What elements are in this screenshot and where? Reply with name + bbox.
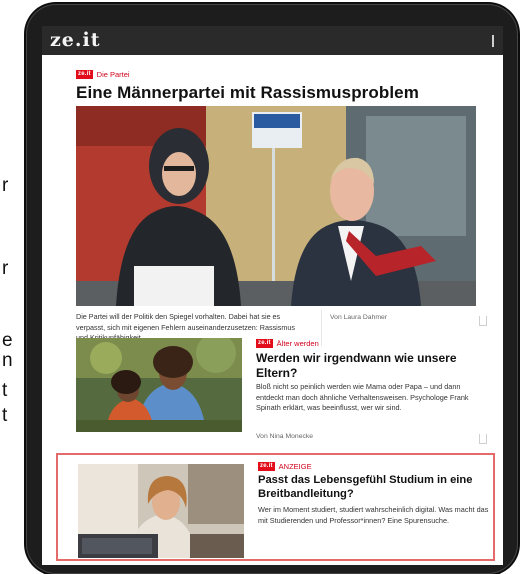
bookmark-icon[interactable] xyxy=(479,316,487,326)
lead-author: Von Laura Dahmer xyxy=(330,314,388,321)
edge-letter: t xyxy=(2,380,8,401)
edge-letter: e xyxy=(2,330,13,351)
edge-letter: t xyxy=(2,405,8,426)
article2-headline[interactable]: Werden wir irgendwann wie unsere Eltern? xyxy=(256,351,481,380)
lead-kicker-label[interactable]: Die Partei xyxy=(97,70,130,79)
article2-kicker-label[interactable]: Älter werden xyxy=(277,339,319,348)
lead-hero-image[interactable] xyxy=(76,106,476,306)
lead-kicker: ze.it Die Partei xyxy=(76,70,130,79)
ad-kicker-label: ANZEIGE xyxy=(278,462,312,471)
article2-author: Von Nina Monecke xyxy=(256,433,314,440)
divider xyxy=(321,310,322,346)
article2-image[interactable] xyxy=(76,338,242,432)
menu-icon[interactable] xyxy=(492,35,497,47)
zeit-badge: ze.it xyxy=(258,462,275,471)
edge-letter: n xyxy=(2,350,13,371)
page-edge-text: r r e n t t xyxy=(0,0,18,565)
zeit-badge: ze.it xyxy=(256,339,273,348)
lead-headline[interactable]: Eine Männerpartei mit Rassismusproblem xyxy=(76,83,496,103)
article2-kicker: ze.it Älter werden xyxy=(256,339,319,348)
tablet-screen: ze.it ze.it Die Partei Eine Männerpartei… xyxy=(42,26,503,565)
ad-headline[interactable]: Passt das Lebensgefühl Studium in eine B… xyxy=(258,474,486,501)
ad-kicker: ze.it ANZEIGE xyxy=(258,462,312,471)
zeit-logo[interactable]: ze.it xyxy=(50,29,101,51)
ad-teaser-text: Wer im Moment studiert, studiert wahrsch… xyxy=(258,505,489,525)
bookmark-icon[interactable] xyxy=(479,434,487,444)
ad-teaser-highlight[interactable]: ze.it ANZEIGE Passt das Lebensgefühl Stu… xyxy=(56,453,495,561)
ad-image[interactable] xyxy=(78,464,244,558)
edge-letter: r xyxy=(2,258,9,279)
app-header: ze.it xyxy=(42,26,503,55)
article2-teaser: Bloß nicht so peinlich werden wie Mama o… xyxy=(256,382,469,412)
edge-letter: r xyxy=(2,175,9,196)
zeit-badge: ze.it xyxy=(76,70,93,79)
